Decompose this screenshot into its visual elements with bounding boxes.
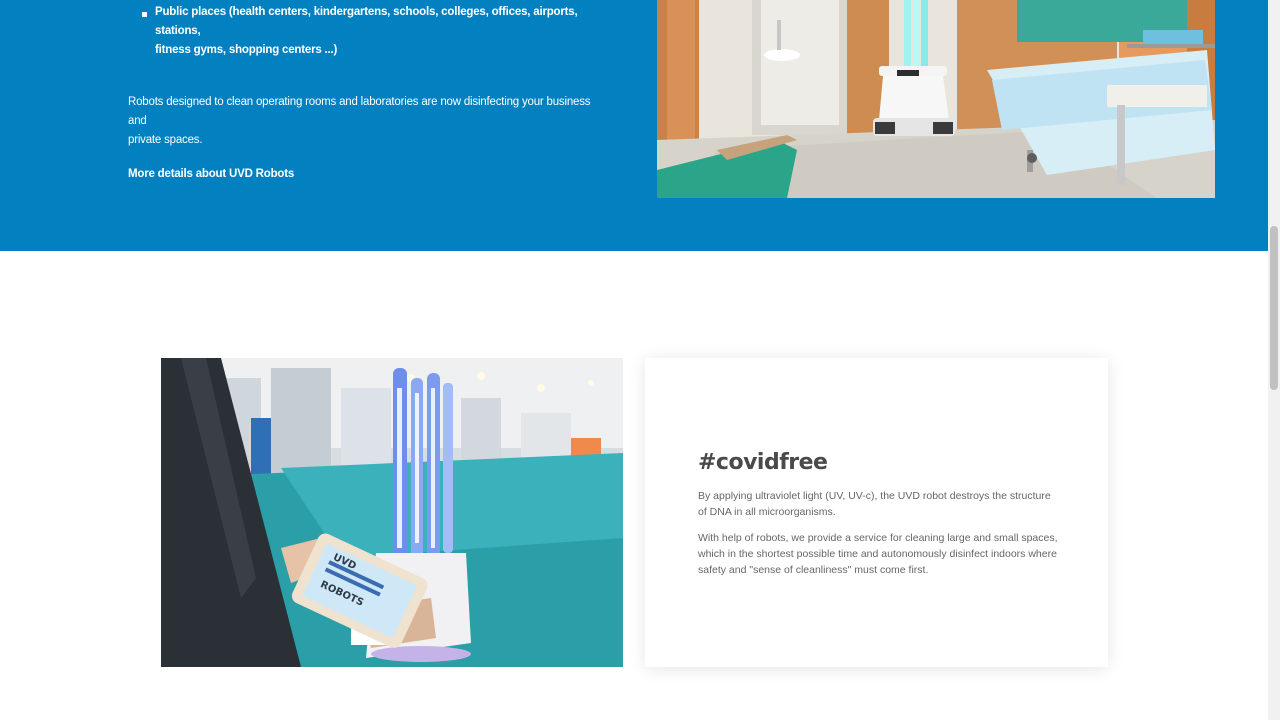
bullet-icon	[142, 12, 147, 17]
page-scrollbar[interactable]	[1268, 0, 1280, 720]
covidfree-title: #covidfree	[698, 450, 828, 475]
robots-description: Robots designed to clean operating rooms…	[128, 93, 598, 150]
list-item: Public places (health centers, kindergar…	[142, 3, 598, 60]
covidfree-paragraph-1: By applying ultraviolet light (UV, UV-c)…	[698, 490, 1051, 518]
covidfree-card: #covidfree By applying ultraviolet light…	[645, 358, 1108, 667]
more-details-link[interactable]: More details about UVD Robots	[128, 168, 294, 180]
robots-description-line-2: private spaces.	[128, 134, 203, 146]
uvd-info-section: Public places (health centers, kindergar…	[0, 0, 1268, 251]
covidfree-paragraph-2: With help of robots, we provide a servic…	[698, 532, 1058, 576]
bullet-text-line-2: fitness gyms, shopping centers ...)	[155, 44, 338, 56]
covidfree-card-content: #covidfree By applying ultraviolet light…	[698, 450, 1058, 578]
exhibition-robot-image: UVD ROBOTS	[161, 358, 623, 667]
uvd-info-text: Public places (health centers, kindergar…	[128, 0, 598, 182]
hospital-robot-image	[657, 0, 1215, 198]
scrollbar-thumb[interactable]	[1270, 226, 1278, 390]
robots-description-line-1: Robots designed to clean operating rooms…	[128, 96, 591, 127]
bullet-text-line-1: Public places (health centers, kindergar…	[155, 6, 578, 37]
bullet-list: Public places (health centers, kindergar…	[142, 3, 598, 60]
